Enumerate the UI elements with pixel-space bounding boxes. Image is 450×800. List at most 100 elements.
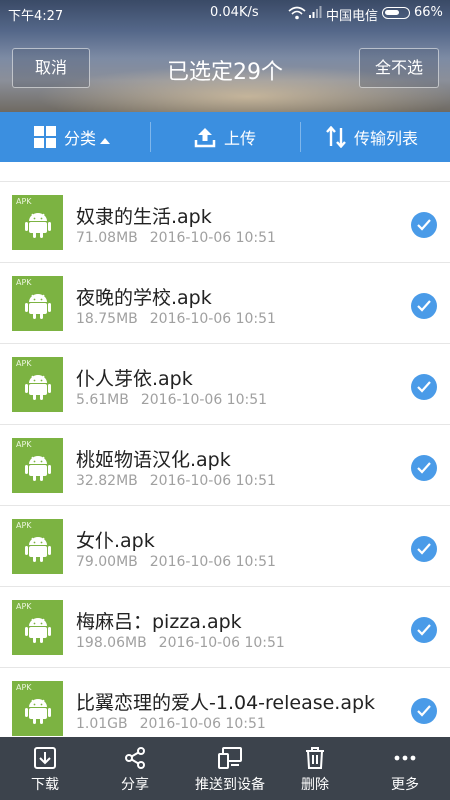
delete-button[interactable]: 删除 <box>284 737 346 800</box>
file-name: 比翼恋理的爱人-1.04-release.apk <box>76 692 376 714</box>
bottom-action-bar: 下载 分享 推送到设备 删除 更多 <box>0 737 450 800</box>
file-size: 32.82MB <box>76 473 138 489</box>
apk-badge-label: APK <box>16 359 32 368</box>
apk-badge-label: APK <box>16 602 32 611</box>
android-icon <box>25 213 51 238</box>
network-speed: 0.04K/s <box>210 5 259 20</box>
file-size: 71.08MB <box>76 230 138 246</box>
file-name: 桃姬物语汉化.apk <box>76 449 231 471</box>
file-size: 18.75MB <box>76 311 138 327</box>
more-button[interactable]: 更多 <box>374 737 436 800</box>
android-icon <box>25 294 51 319</box>
transfer-list-label: 传输列表 <box>354 129 419 148</box>
file-list-item[interactable]: APK 仆人芽依.apk 5.61MB 2016-10-06 10:51 <box>0 344 450 425</box>
file-list-item[interactable]: APK 夜晚的学校.apk 18.75MB 2016-10-06 10:51 <box>0 263 450 344</box>
toolbar: 分类 上传 传输列表 <box>0 112 450 162</box>
upload-label: 上传 <box>224 129 257 148</box>
share-button[interactable]: 分享 <box>104 737 166 800</box>
file-list[interactable]: APK 奴隶的生活.apk 71.08MB 2016-10-06 10:51 APK 夜晚… <box>0 162 450 737</box>
file-name: 女仆.apk <box>76 530 155 552</box>
selected-check-icon[interactable] <box>411 212 437 238</box>
file-date: 2016-10-06 10:51 <box>149 473 276 489</box>
trash-icon <box>306 747 324 769</box>
deselect-all-button[interactable]: 全不选 <box>359 48 439 88</box>
apk-file-icon: APK <box>12 195 63 250</box>
download-button[interactable]: 下载 <box>14 737 76 800</box>
file-name: 奴隶的生活.apk <box>76 206 212 228</box>
file-date: 2016-10-06 10:51 <box>149 311 276 327</box>
category-button[interactable]: 分类 <box>34 112 111 162</box>
apk-badge-label: APK <box>16 521 32 530</box>
selected-check-icon[interactable] <box>411 374 437 400</box>
file-name: 梅麻吕：pizza.apk <box>76 611 242 633</box>
toolbar-divider <box>300 122 301 152</box>
carrier-name: 中国电信 <box>326 9 379 24</box>
wifi-icon <box>288 6 306 20</box>
file-size: 1.01GB <box>76 716 128 732</box>
delete-label: 删除 <box>301 777 329 793</box>
selected-check-icon[interactable] <box>411 698 437 724</box>
file-meta: 1.01GB 2016-10-06 10:51 <box>76 716 266 732</box>
status-bar: 下午4:27 0.04K/s 中国电信 66% <box>0 0 450 26</box>
file-date: 2016-10-06 10:51 <box>149 554 276 570</box>
apk-file-icon: APK <box>12 276 63 331</box>
file-list-item[interactable]: APK 比翼恋理的爱人-1.04-release.apk 1.01GB 2016-10… <box>0 668 450 737</box>
file-size: 79.00MB <box>76 554 138 570</box>
android-icon <box>25 537 51 562</box>
page-title: 已选定29个 <box>167 60 283 85</box>
file-size: 5.61MB <box>76 392 129 408</box>
battery-percent: 66% <box>414 5 443 20</box>
apk-file-icon: APK <box>12 438 63 493</box>
file-meta: 198.06MB 2016-10-06 10:51 <box>76 635 285 651</box>
partial-list-item <box>0 162 450 182</box>
file-meta: 79.00MB 2016-10-06 10:51 <box>76 554 276 570</box>
battery-icon <box>382 7 410 19</box>
share-label: 分享 <box>121 777 149 793</box>
file-meta: 18.75MB 2016-10-06 10:51 <box>76 311 276 327</box>
file-date: 2016-10-06 10:51 <box>149 230 276 246</box>
more-label: 更多 <box>391 777 419 793</box>
more-dots-icon <box>394 755 416 761</box>
dropdown-triangle-icon <box>100 138 111 144</box>
apk-file-icon: APK <box>12 519 63 574</box>
upload-icon <box>194 128 216 148</box>
file-date: 2016-10-06 10:51 <box>158 635 285 651</box>
transfer-arrows-icon <box>326 126 346 148</box>
device-push-icon <box>218 747 242 769</box>
file-list-item[interactable]: APK 梅麻吕：pizza.apk 198.06MB 2016-10-06 10:51 <box>0 587 450 668</box>
push-to-device-button[interactable]: 推送到设备 <box>180 737 280 800</box>
signal-icon <box>309 6 322 18</box>
android-icon <box>25 699 51 724</box>
download-icon <box>34 747 56 769</box>
apk-badge-label: APK <box>16 197 32 206</box>
android-icon <box>25 375 51 400</box>
file-meta: 71.08MB 2016-10-06 10:51 <box>76 230 276 246</box>
apk-badge-label: APK <box>16 278 32 287</box>
file-list-item[interactable]: APK 奴隶的生活.apk 71.08MB 2016-10-06 10:51 <box>0 182 450 263</box>
selected-check-icon[interactable] <box>411 617 437 643</box>
apk-file-icon: APK <box>12 681 63 736</box>
apk-badge-label: APK <box>16 440 32 449</box>
android-icon <box>25 456 51 481</box>
apk-file-icon: APK <box>12 600 63 655</box>
apk-badge-label: APK <box>16 683 32 692</box>
upload-button[interactable]: 上传 <box>194 112 256 162</box>
file-name: 仆人芽依.apk <box>76 368 193 390</box>
file-meta: 5.61MB 2016-10-06 10:51 <box>76 392 267 408</box>
download-label: 下载 <box>31 777 59 793</box>
grid-icon <box>34 126 56 148</box>
selected-check-icon[interactable] <box>411 455 437 481</box>
cancel-button[interactable]: 取消 <box>12 48 90 88</box>
selected-check-icon[interactable] <box>411 536 437 562</box>
android-icon <box>25 618 51 643</box>
share-icon <box>125 747 145 769</box>
file-size: 198.06MB <box>76 635 147 651</box>
file-list-item[interactable]: APK 桃姬物语汉化.apk 32.82MB 2016-10-06 10:51 <box>0 425 450 506</box>
apk-file-icon: APK <box>12 357 63 412</box>
status-time: 下午4:27 <box>8 9 64 24</box>
transfer-list-button[interactable]: 传输列表 <box>326 112 418 162</box>
category-label: 分类 <box>64 129 97 148</box>
selected-check-icon[interactable] <box>411 293 437 319</box>
file-list-item[interactable]: APK 女仆.apk 79.00MB 2016-10-06 10:51 <box>0 506 450 587</box>
file-date: 2016-10-06 10:51 <box>140 392 268 408</box>
